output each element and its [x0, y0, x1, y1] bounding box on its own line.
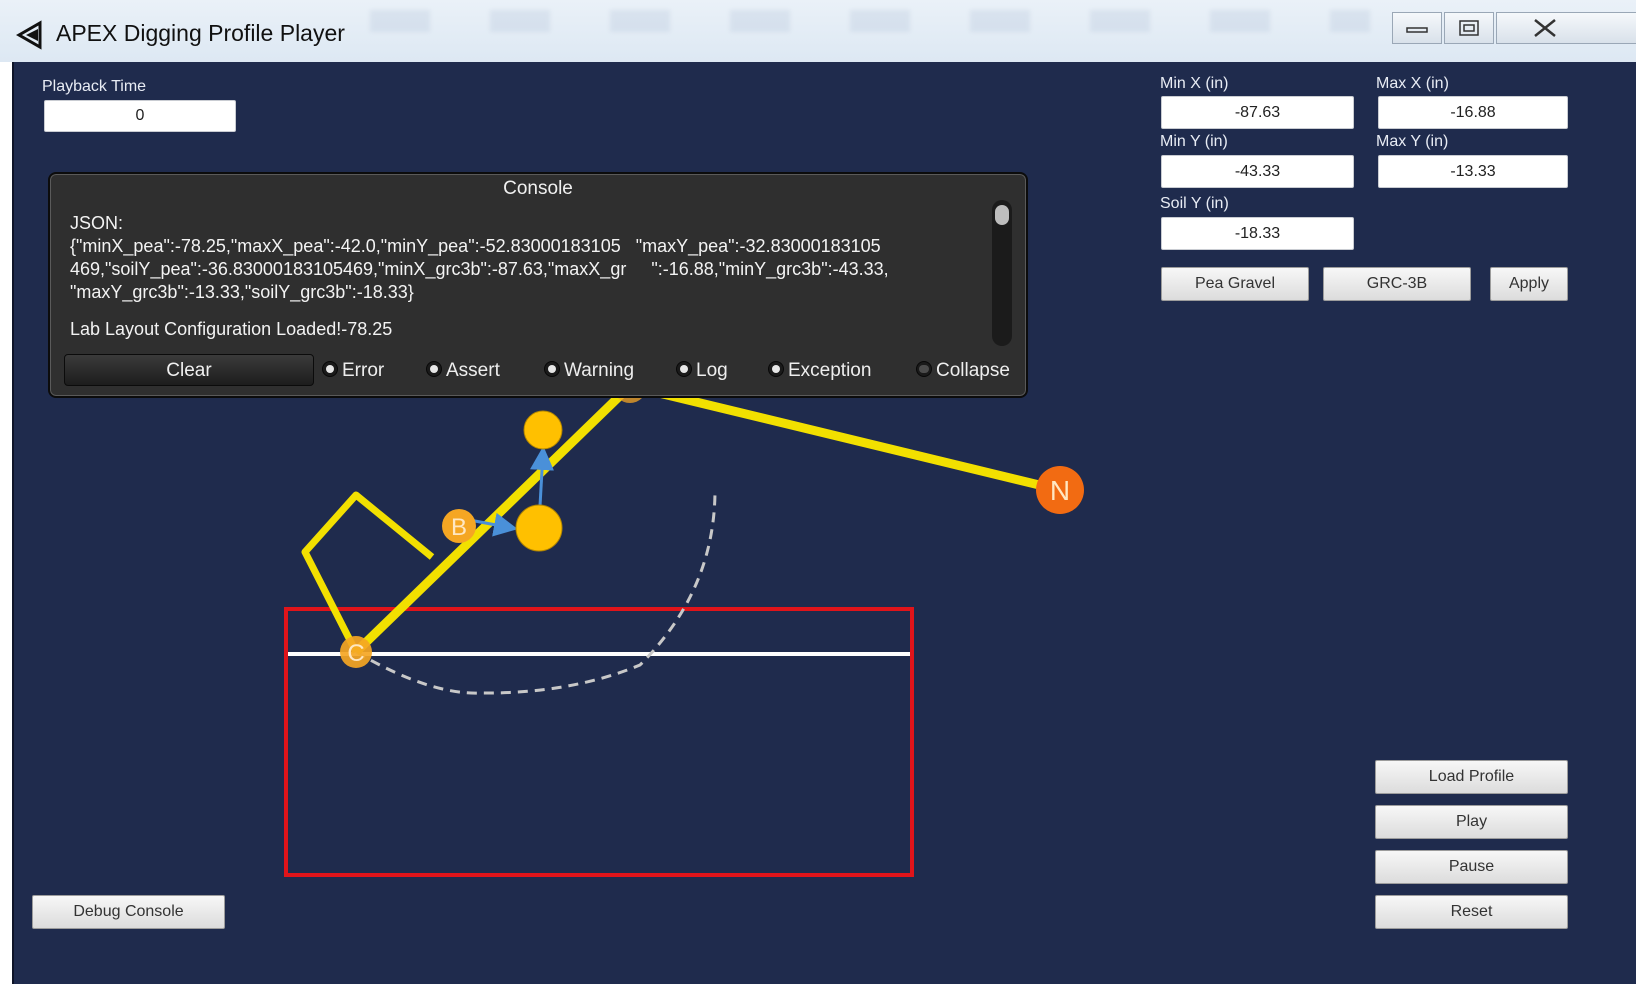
soil-y-field[interactable]: -18.33 — [1161, 217, 1354, 250]
console-message: Lab Layout Configuration Loaded!-78.25 — [70, 319, 393, 339]
joint-b[interactable]: B — [442, 509, 476, 543]
max-y-label: Max Y (in) — [1376, 133, 1449, 150]
load-profile-button[interactable]: Load Profile — [1375, 760, 1568, 794]
max-y-field[interactable]: -13.33 — [1378, 155, 1568, 188]
toggle-collapse-knob — [916, 361, 932, 377]
toggle-error-knob — [322, 361, 338, 377]
toggle-error[interactable]: Error — [322, 360, 384, 382]
console-log: JSON: {"minX_pea":-78.25,"maxX_pea":-42.… — [70, 212, 990, 341]
joint-c[interactable]: C — [340, 636, 372, 668]
arm-segment-an — [628, 381, 1062, 495]
reset-button[interactable]: Reset — [1375, 895, 1568, 929]
arm-segment-ca — [352, 382, 634, 656]
min-x-label: Min X (in) — [1160, 75, 1229, 92]
console-json-label: JSON: — [70, 213, 124, 233]
toggle-assert-knob — [426, 361, 442, 377]
pause-button[interactable]: Pause — [1375, 850, 1568, 884]
toggle-assert[interactable]: Assert — [426, 360, 500, 382]
min-x-field[interactable]: -87.63 — [1161, 96, 1354, 129]
grc-3b-button[interactable]: GRC-3B — [1323, 267, 1471, 301]
toggle-warning-knob — [544, 361, 560, 377]
joint-b-label: B — [451, 514, 467, 541]
toggle-assert-label: Assert — [446, 360, 500, 381]
console-scroll-thumb[interactable] — [995, 205, 1009, 225]
max-x-label: Max X (in) — [1376, 75, 1449, 92]
target-point-2 — [523, 410, 563, 450]
bucket-outline — [301, 491, 435, 654]
toggle-warning-label: Warning — [564, 360, 635, 381]
apply-button[interactable]: Apply — [1490, 267, 1568, 301]
toggle-log[interactable]: Log — [676, 360, 728, 382]
playback-time-field[interactable]: 0 — [44, 100, 236, 132]
target-point-1 — [515, 504, 563, 552]
toggle-exception[interactable]: Exception — [768, 360, 871, 382]
joint-n-label: N — [1050, 475, 1070, 506]
console-scrollbar[interactable] — [992, 200, 1012, 346]
joint-n-anchor[interactable]: N — [1036, 466, 1084, 514]
max-x-field[interactable]: -16.88 — [1378, 96, 1568, 129]
toggle-warning[interactable]: Warning — [544, 360, 634, 382]
toggle-log-knob — [676, 361, 692, 377]
min-y-field[interactable]: -43.33 — [1161, 155, 1354, 188]
playback-time-label: Playback Time — [42, 78, 147, 95]
play-button[interactable]: Play — [1375, 805, 1568, 839]
dig-bounds-rect — [284, 607, 914, 877]
console-title: Console — [503, 178, 573, 199]
console-clear-button[interactable]: Clear — [64, 354, 314, 386]
vector-arrow-mid — [530, 446, 554, 507]
joint-c-label: C — [347, 640, 364, 667]
console-json-text: {"minX_pea":-78.25,"maxX_pea":-42.0,"min… — [70, 236, 889, 302]
pea-gravel-button[interactable]: Pea Gravel — [1161, 267, 1309, 301]
min-y-label: Min Y (in) — [1160, 133, 1228, 150]
soil-y-label: Soil Y (in) — [1160, 195, 1229, 212]
debug-console-button[interactable]: Debug Console — [32, 895, 225, 929]
toggle-exception-knob — [768, 361, 784, 377]
toggle-collapse[interactable]: Collapse — [916, 360, 1010, 382]
toggle-collapse-label: Collapse — [936, 360, 1010, 381]
console-panel: Console JSON: {"minX_pea":-78.25,"maxX_p… — [48, 172, 1028, 398]
toggle-error-label: Error — [342, 360, 385, 381]
toggle-log-label: Log — [696, 360, 728, 381]
toggle-exception-label: Exception — [788, 360, 872, 381]
